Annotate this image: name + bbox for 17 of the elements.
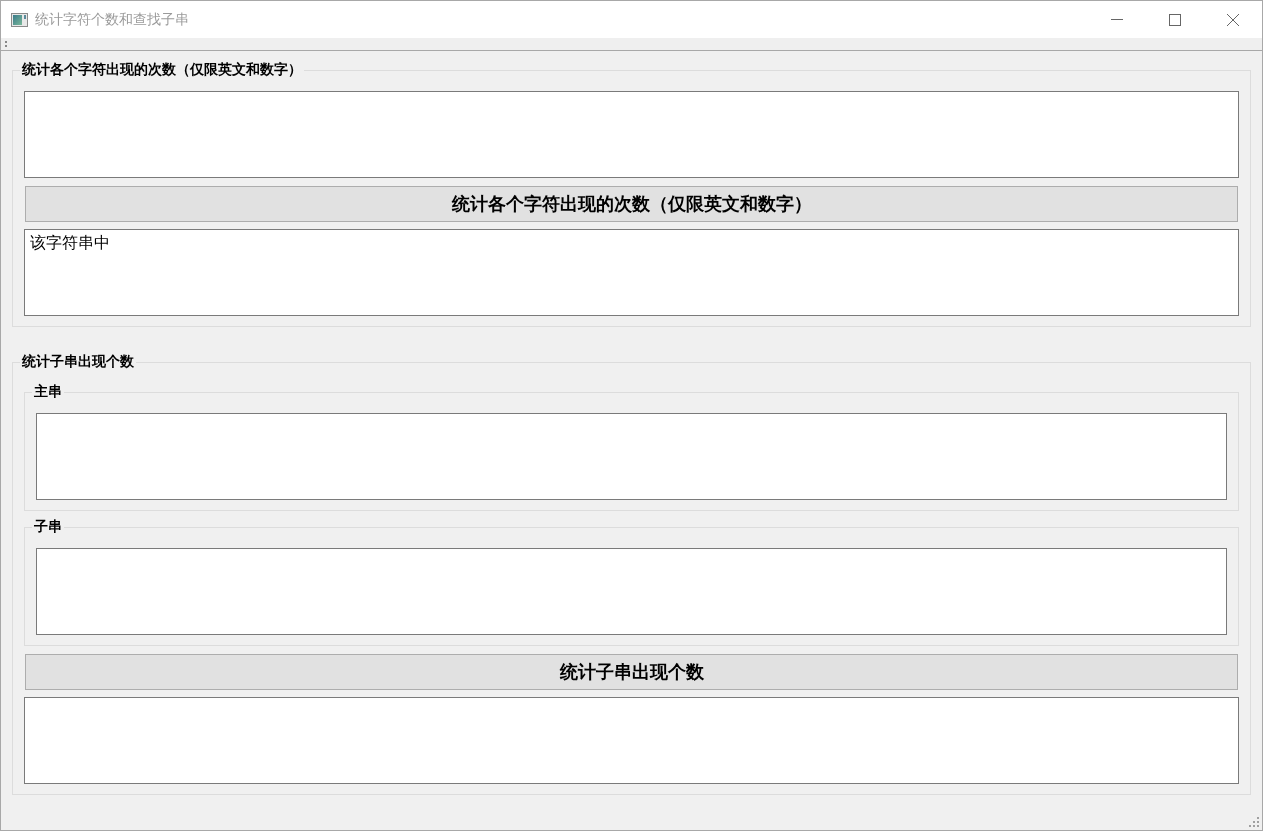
text-area[interactable]: [24, 697, 1239, 784]
group-title: 主串: [33, 383, 63, 401]
action-button[interactable]: 统计子串出现个数: [25, 654, 1238, 690]
text-area[interactable]: 该字符串中: [24, 229, 1239, 316]
text-area[interactable]: [24, 91, 1239, 178]
window-title: 统计字符个数和查找子串: [35, 10, 189, 29]
text-area[interactable]: [36, 548, 1227, 635]
text-area[interactable]: [36, 413, 1227, 500]
group-title: 统计各个字符出现的次数（仅限英文和数字）: [21, 61, 303, 79]
window-app-icon: [11, 12, 28, 27]
group-title: 统计子串出现个数: [21, 353, 135, 371]
action-button[interactable]: 统计各个字符出现的次数（仅限英文和数字）: [25, 186, 1238, 222]
minimize-icon: [1111, 19, 1123, 20]
resize-grip-icon[interactable]: [1249, 817, 1259, 827]
group-title: 子串: [33, 518, 63, 536]
maximize-icon: [1169, 13, 1181, 26]
close-icon: [1227, 13, 1239, 26]
